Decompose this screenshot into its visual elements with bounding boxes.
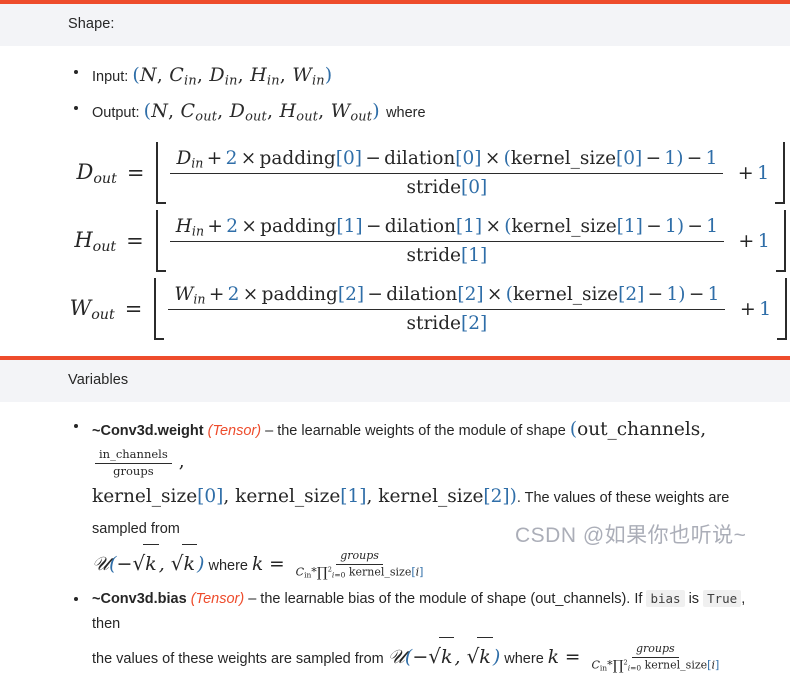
equation-d-out-lhs: Dout (76, 159, 117, 187)
variable-bias-where: where (504, 650, 544, 667)
equation-h-out-lhs: Hout (74, 227, 117, 255)
code-bias: bias (646, 589, 685, 607)
shape-output-label: Output: (92, 104, 140, 121)
variable-bias-desc: – the learnable bias of the module of sh… (248, 590, 643, 607)
shape-output-tuple: (N, Cout, Dout, Hout, Wout) (143, 99, 380, 125)
variable-weight-where: where (208, 557, 248, 574)
code-true: True (703, 589, 742, 607)
variable-weight-distribution: 𝒰(−√k, √k) (92, 543, 204, 575)
k-fraction-numerator: groups (336, 550, 383, 565)
equation-d-out: Dout = Din +2 × padding[0] − dilation[0] × (ker… (68, 142, 786, 205)
equation-d-out-equals: = (126, 161, 145, 186)
shape-input-tuple: (N, Cin, Din, Hin, Win) (132, 64, 333, 89)
equation-w-out-tail: +1 (739, 298, 772, 321)
list-item: ~Conv3d.bias (Tensor) – the learnable bi… (68, 587, 772, 676)
equation-w-out: Wout = Win +2 × padding[2] − dilation[2] × (ker… (68, 278, 788, 341)
fraction-denominator: groups (113, 463, 154, 478)
variable-bias-type: (Tensor) (190, 590, 245, 607)
variable-weight-inline-fraction: in_channels groups (95, 448, 172, 477)
floor-left-bracket (154, 278, 165, 341)
variable-bias-desc-3: the values of these weights are sampled … (92, 650, 384, 667)
floor-left-bracket (155, 210, 166, 273)
equation-d-out-tail: +1 (737, 162, 770, 185)
variable-weight-name: ~Conv3d.weight (92, 423, 204, 440)
variables-list: ~Conv3d.weight (Tensor) – the learnable … (68, 414, 772, 676)
variable-weight-shape-rest: kernel_size[0], kernel_size[1], kernel_s… (92, 485, 517, 507)
shape-section-body: Input: (N, Cin, Din, Hin, Win) Output: (… (0, 46, 798, 341)
variable-weight-k-equals: k = (252, 553, 285, 575)
variables-section-header: Variables (0, 356, 790, 403)
variables-section-body: ~Conv3d.weight (Tensor) – the learnable … (0, 402, 798, 676)
shape-output-suffix: where (386, 104, 426, 121)
equation-w-out-fraction: Win +2 × padding[2] − dilation[2] × (kernel_siz… (168, 284, 726, 334)
variable-weight-desc: – the learnable weights of the module of… (265, 423, 566, 440)
equation-w-out-equals: = (124, 297, 143, 322)
equation-h-out: Hout = Hin +2 × padding[1] − dilation[1] × (ker… (68, 210, 786, 273)
equation-d-out-denominator: stride[0] (406, 176, 488, 198)
variable-weight-k-fraction: groups Cin*∏2i=0 kernel_size[i] (292, 550, 428, 581)
variable-bias-line-2: the values of these weights are sampled … (92, 636, 772, 676)
variable-bias-distribution: 𝒰(−√k, √k) (388, 636, 500, 668)
equation-h-out-numerator: Hin +2 × padding[1] − dilation[1] × (kernel_siz… (169, 216, 724, 242)
variable-weight-line-2: kernel_size[0], kernel_size[1], kernel_s… (92, 478, 772, 544)
shape-input-label: Input: (92, 69, 129, 85)
shape-section-header: Shape: (0, 0, 790, 46)
floor-left-bracket (156, 142, 167, 205)
floor-right-bracket (775, 210, 786, 273)
variable-weight-shape-comma: , (178, 450, 185, 472)
variable-weight-type: (Tensor) (207, 423, 262, 440)
equation-d-out-fraction: Din +2 × padding[0] − dilation[0] × (kernel_siz… (170, 148, 724, 198)
variable-bias-k-fraction: groups Cin*∏2i=0 kernel_size[i] (587, 642, 723, 674)
variable-bias-mid: is (688, 590, 700, 607)
variable-bias-line-1: ~Conv3d.bias (Tensor) – the learnable bi… (92, 587, 772, 637)
shape-input-item: Input: (N, Cin, Din, Hin, Win) (68, 60, 772, 93)
k-fraction-numerator: groups (632, 642, 679, 658)
equation-w-out-lhs: Wout (69, 295, 115, 323)
list-item: ~Conv3d.weight (Tensor) – the learnable … (68, 414, 772, 584)
floor-right-bracket (777, 278, 788, 341)
variable-bias-k-equals: k = (547, 646, 581, 668)
equation-h-out-equals: = (126, 229, 144, 254)
equation-h-out-denominator: stride[1] (406, 244, 488, 266)
k-fraction-denominator: Cin*∏2i=0 kernel_size[i] (591, 657, 720, 674)
variable-weight-shape-open: (out_channels, (569, 419, 707, 441)
variable-weight-line-3: 𝒰(−√k, √k) where k = groups Cin*∏2i=0 ke… (92, 543, 772, 584)
variable-bias-name: ~Conv3d.bias (92, 590, 187, 607)
fraction-numerator: in_channels (95, 448, 172, 464)
shape-bullet-list: Input: (N, Cin, Din, Hin, Win) Output: (… (68, 60, 772, 128)
equation-h-out-fraction: Hin +2 × padding[1] − dilation[1] × (kernel_siz… (169, 216, 724, 266)
floor-right-bracket (775, 142, 786, 205)
equation-h-out-tail: +1 (738, 230, 770, 253)
variable-weight-line-1: ~Conv3d.weight (Tensor) – the learnable … (92, 414, 772, 478)
shape-output-item: Output: (N, Cout, Dout, Hout, Wout) wher… (68, 96, 772, 129)
k-fraction-denominator: Cin*∏2i=0 kernel_size[i] (295, 564, 424, 581)
variables-header-label: Variables (68, 372, 129, 389)
equation-w-out-denominator: stride[2] (406, 312, 488, 334)
equation-w-out-numerator: Win +2 × padding[2] − dilation[2] × (kernel_siz… (168, 284, 726, 310)
shape-header-label: Shape: (68, 16, 115, 32)
equation-d-out-numerator: Din +2 × padding[0] − dilation[0] × (kernel_siz… (170, 148, 724, 174)
